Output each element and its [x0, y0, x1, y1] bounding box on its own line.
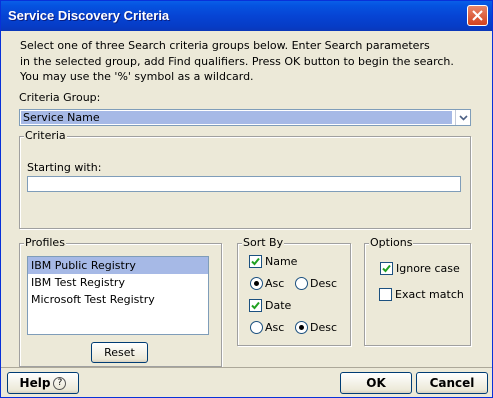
title-bar[interactable]: Service Discovery Criteria	[1, 1, 492, 31]
reset-button[interactable]: Reset	[91, 342, 148, 363]
ignore-case-checkbox[interactable]	[380, 262, 393, 275]
sort-date-desc-radio[interactable]	[295, 321, 308, 334]
criteria-group-value: Service Name	[21, 111, 452, 124]
chevron-down-icon	[459, 115, 468, 121]
close-button[interactable]	[467, 5, 488, 26]
ignore-case-label: Ignore case	[396, 262, 460, 275]
radio-dot-icon	[299, 325, 304, 330]
criteria-group-label: Criteria Group:	[19, 91, 101, 104]
sort-date-asc-label: Asc	[265, 321, 285, 334]
list-item[interactable]: IBM Public Registry	[28, 257, 208, 274]
sort-date-desc-label: Desc	[310, 321, 338, 334]
starting-with-input[interactable]	[27, 176, 461, 192]
cancel-button[interactable]: Cancel	[416, 372, 488, 394]
sort-date-checkbox[interactable]	[249, 299, 262, 312]
ok-button[interactable]: OK	[340, 372, 412, 394]
sort-by-legend: Sort By	[242, 236, 285, 249]
sort-date-label: Date	[265, 299, 292, 312]
footer-divider	[1, 367, 492, 368]
intro-line: You may use the '%' symbol as a wildcard…	[20, 70, 254, 83]
sort-date-asc-radio[interactable]	[250, 321, 263, 334]
checkmark-icon	[382, 264, 391, 273]
window-title: Service Discovery Criteria	[8, 8, 170, 23]
sort-name-asc-radio[interactable]	[250, 277, 263, 290]
sort-name-label: Name	[265, 255, 298, 268]
options-legend: Options	[369, 236, 414, 249]
intro-line: in the selected group, add Find qualifie…	[20, 54, 454, 68]
exact-match-label: Exact match	[395, 288, 464, 301]
sort-name-desc-radio[interactable]	[295, 277, 308, 290]
sort-name-checkbox[interactable]	[249, 255, 262, 268]
criteria-group-select[interactable]: Service Name	[19, 109, 471, 126]
list-item[interactable]: Microsoft Test Registry	[28, 291, 208, 308]
sort-name-desc-label: Desc	[310, 277, 338, 290]
intro-line: Select one of three Search criteria grou…	[20, 39, 430, 52]
help-button[interactable]: Help?	[7, 372, 79, 394]
help-icon: ?	[53, 377, 67, 390]
profiles-legend: Profiles	[24, 236, 66, 249]
exact-match-checkbox[interactable]	[379, 288, 392, 301]
list-item[interactable]: IBM Test Registry	[28, 274, 208, 291]
help-label: Help	[19, 376, 51, 390]
radio-dot-icon	[254, 281, 259, 286]
intro-text: Select one of three Search criteria grou…	[20, 38, 480, 85]
profiles-list[interactable]: IBM Public Registry IBM Test Registry Mi…	[27, 256, 209, 335]
sort-name-asc-label: Asc	[265, 277, 285, 290]
close-icon	[472, 10, 483, 21]
checkmark-icon	[251, 257, 260, 266]
criteria-legend: Criteria	[24, 129, 67, 142]
dialog-window: Service Discovery Criteria Select one of…	[0, 0, 493, 398]
dropdown-button[interactable]	[455, 110, 470, 125]
starting-with-label: Starting with:	[27, 161, 102, 174]
checkmark-icon	[251, 301, 260, 310]
